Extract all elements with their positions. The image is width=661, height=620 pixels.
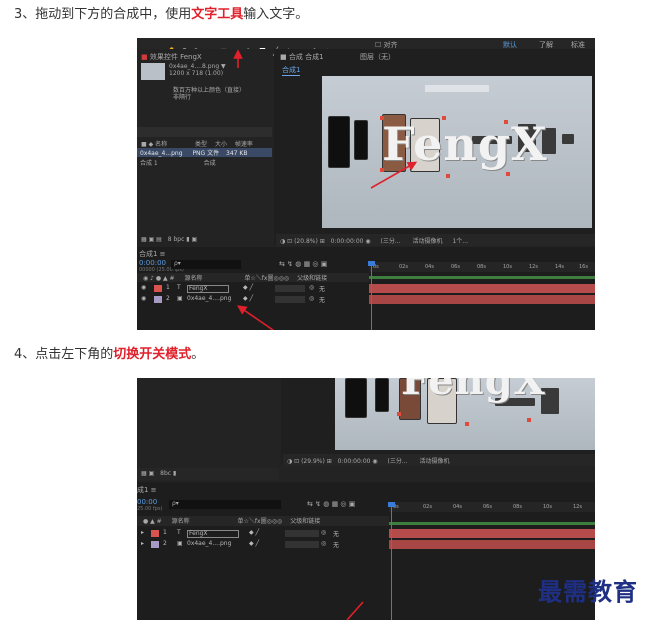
watermark-logo: 最需教育 <box>538 577 638 606</box>
step4-instruction: 4、点击左下角的切换开关模式。 <box>14 346 204 364</box>
step4-suffix: 。 <box>191 347 205 362</box>
arrow-to-layer <box>237 305 274 330</box>
annotation-arrows <box>233 49 418 330</box>
step3-highlight: 文字工具 <box>191 7 244 22</box>
step4-prefix: 4、点击左下角的 <box>14 347 114 362</box>
step3-prefix: 3、拖动到下方的合成中，使用 <box>14 7 192 22</box>
step3-instruction: 3、拖动到下方的合成中，使用文字工具输入文字。 <box>14 6 308 24</box>
step3-suffix: 输入文字。 <box>243 7 309 22</box>
step4-highlight: 切换开关模式 <box>113 347 192 362</box>
ae-screenshot-1: ⌂▸✋⚲↻▣⊞□✎T╱⊥◆✿✦ ☐ 对齐 默认 了解 标准 ■ 效果控件 Fen… <box>137 38 595 330</box>
annotation-arrows <box>346 601 364 620</box>
ae-screenshot-2: FengX ◑ ⊡ (29.9%) ⊞ 0:00:00:00 ◉ (三分... … <box>137 378 595 620</box>
arrow-to-text <box>370 161 418 189</box>
arrow-to-switch-toggle <box>346 601 364 620</box>
